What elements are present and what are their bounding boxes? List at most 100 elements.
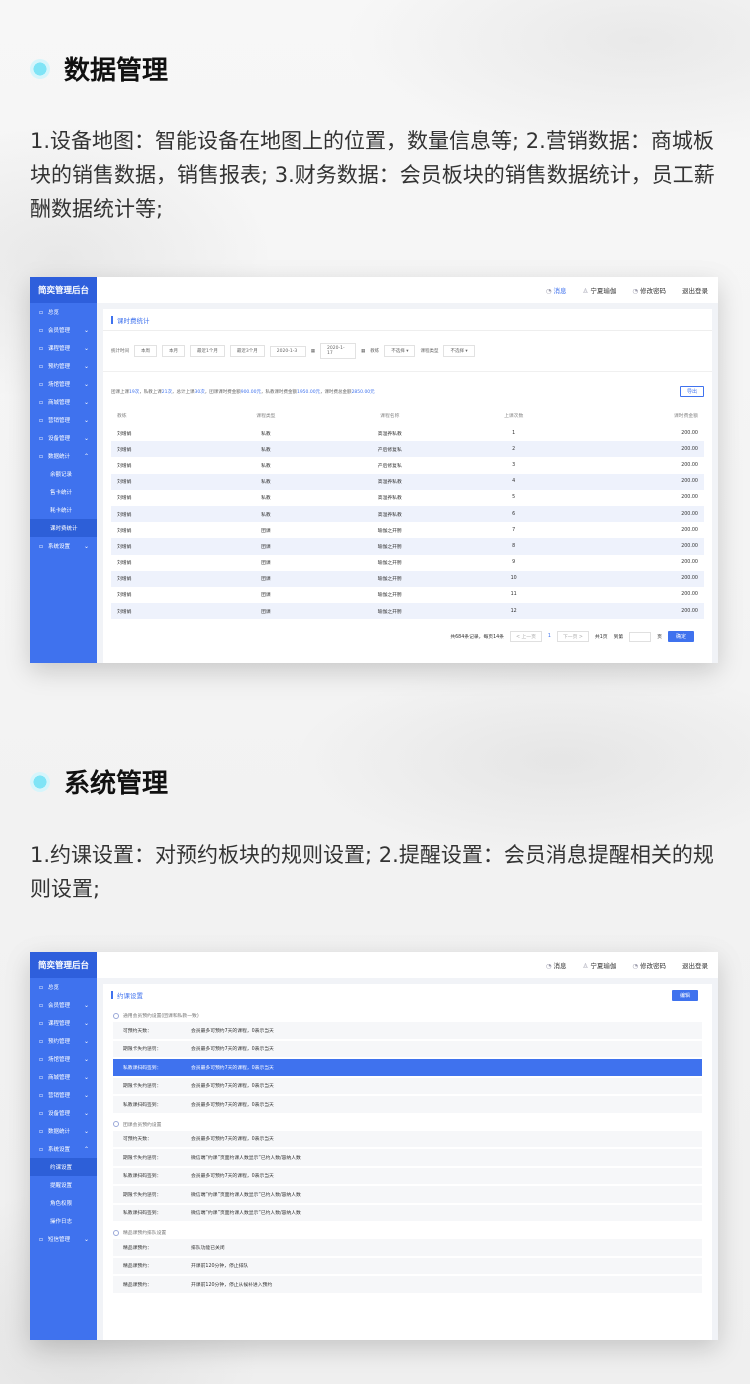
table-row[interactable]: 刘增娟 团课 瑜伽之开胯 8 200.00 — [111, 538, 704, 555]
chevron-icon: ⌄ — [83, 1055, 89, 1063]
table-cell: 瑜伽之开胯 — [323, 538, 457, 555]
sidebar-item[interactable]: ▫ 总览 — [30, 978, 97, 996]
table-row[interactable]: 刘增娟 团课 瑜伽之开胯 12 200.00 — [111, 603, 704, 620]
main-area: ◔ 消息 ♙ 宁夏瑜伽 ◔ 修改密码 退出登录 约课设置 编辑 通用会员预约设置(团课… — [97, 952, 718, 1340]
brand-logo: 简奕管理后台 — [30, 952, 97, 978]
sidebar-item[interactable]: ▫ 总览 — [30, 303, 97, 321]
next-page-button[interactable]: 下一页 > — [556, 631, 589, 643]
setting-value: 微信端“约课”页面约课人数显示“已约人数/容纳人数 — [191, 1192, 301, 1198]
table-row[interactable]: 刘增娟 私教 高温养私教 5 200.00 — [111, 489, 704, 506]
filter-this-month[interactable]: 本月 — [162, 345, 185, 357]
setting-row[interactable]: 可预约天数： 会员最多可预约7天的课程，0表示当天 — [113, 1022, 702, 1039]
sidebar-item[interactable]: ▫ 会员管理 ⌄ — [30, 321, 97, 339]
filter-this-week[interactable]: 本周 — [134, 345, 157, 357]
radio-icon[interactable] — [113, 1121, 119, 1127]
sidebar-item[interactable]: 操作日志 — [30, 1212, 97, 1230]
table-row[interactable]: 刘增娟 私教 高温养私教 1 200.00 — [111, 425, 704, 442]
logout-link[interactable]: 退出登录 — [682, 285, 708, 295]
radio-icon[interactable] — [113, 1012, 119, 1019]
filter-bar: 统计时间 本周 本月 最近1个月 最近3个月 2020-1-3 ▦ 2020-1… — [103, 331, 712, 372]
setting-row[interactable]: 私教课扫码签到： 会员最多可预约7天的课程，0表示当天 — [113, 1096, 702, 1113]
sidebar-item[interactable]: ▫ 营销管理 ⌄ — [30, 1086, 97, 1104]
change-password-link[interactable]: ◔ 修改密码 — [632, 285, 666, 295]
sidebar-item[interactable]: ▫ 商城管理 ⌄ — [30, 1068, 97, 1086]
sidebar-item[interactable]: ▫ 会员管理 ⌄ — [30, 996, 97, 1014]
menu-icon: ▫ — [39, 1001, 44, 1009]
page-number-input[interactable] — [629, 631, 652, 642]
current-page[interactable]: 1 — [548, 634, 551, 639]
sidebar-item[interactable]: 角色权限 — [30, 1194, 97, 1212]
filter-last-1-month[interactable]: 最近1个月 — [190, 345, 225, 357]
radio-icon[interactable] — [113, 1229, 119, 1236]
sidebar-item[interactable]: ▫ 数据统计 ⌄ — [30, 1122, 97, 1140]
calendar-icon[interactable]: ▦ — [311, 349, 315, 354]
setting-row[interactable]: 期限卡失约惩罚： 微信端“约课”页面约课人数显示“已约人数/容纳人数 — [113, 1149, 702, 1166]
setting-row[interactable]: 私教课扫码签到： 会员最多可预约7天的课程，0表示当天 — [113, 1167, 702, 1184]
setting-row[interactable]: 私教课扫码签到： 会员最多可预约7天的课程，0表示当天 — [113, 1059, 702, 1076]
table-row[interactable]: 刘增娟 私教 高温养私教 6 200.00 — [111, 505, 704, 523]
messages-link[interactable]: ◔ 消息 — [546, 960, 567, 970]
setting-row[interactable]: 期限卡失约惩罚： 微信端“约课”页面约课人数显示“已约人数/容纳人数 — [113, 1186, 702, 1203]
sidebar-item[interactable]: ▫ 短信管理 ⌄ — [30, 1230, 97, 1248]
chevron-icon: ⌄ — [83, 380, 89, 388]
course-type-select[interactable]: 不选择 ▾ — [443, 345, 475, 357]
sidebar-item[interactable]: ▫ 预约管理 ⌄ — [30, 357, 97, 375]
filter-last-3-months[interactable]: 最近3个月 — [229, 345, 265, 357]
bell-icon: ◔ — [545, 962, 552, 970]
panel-header: 课时费统计 — [103, 309, 712, 331]
table-cell: 刘增娟 — [111, 489, 209, 506]
setting-row[interactable]: 精品课预约： 开课前120分钟，停止从候补进入预约 — [113, 1276, 702, 1293]
table-row[interactable]: 刘增娟 私教 高温养私教 4 200.00 — [111, 473, 704, 490]
setting-row[interactable]: 可预约天数： 会员最多可预约7天的课程，0表示当天 — [113, 1130, 702, 1147]
coach-select[interactable]: 不选择 ▾ — [384, 345, 416, 357]
table-row[interactable]: 刘增娟 私教 产后修复私 3 200.00 — [111, 457, 704, 474]
sidebar-item[interactable]: ▫ 场馆管理 ⌄ — [30, 1050, 97, 1068]
sidebar-item[interactable]: ▫ 商城管理 ⌄ — [30, 393, 97, 411]
sidebar-item[interactable]: ▫ 课程管理 ⌄ — [30, 1014, 97, 1032]
sidebar-item[interactable]: ▫ 系统设置 ⌄ — [30, 537, 97, 555]
sidebar-item[interactable]: ▫ 课程管理 ⌄ — [30, 339, 97, 357]
user-menu[interactable]: ♙ 宁夏瑜伽 — [583, 960, 617, 970]
sidebar-item-label: 短信管理 — [48, 1237, 71, 1243]
table-cell: 瑜伽之开胯 — [323, 522, 457, 539]
table-row[interactable]: 刘增娟 私教 产后修复私 2 200.00 — [111, 441, 704, 458]
setting-row[interactable]: 期限卡失约惩罚： 会员最多可预约7天的课程，0表示当天 — [113, 1077, 702, 1094]
messages-link[interactable]: ◔ 消息 — [546, 285, 567, 295]
setting-row[interactable]: 期限卡失约惩罚： 会员最多可预约7天的课程，0表示当天 — [113, 1040, 702, 1057]
sidebar-item[interactable]: ▫ 营销管理 ⌄ — [30, 411, 97, 429]
chevron-icon: ⌄ — [83, 1235, 89, 1243]
date-start-input[interactable]: 2020-1-3 — [269, 345, 306, 357]
table-row[interactable]: 刘增娟 团课 瑜伽之开胯 7 200.00 — [111, 522, 704, 539]
sidebar-item-label: 总览 — [48, 985, 60, 991]
sidebar-item[interactable]: ▫ 系统设置 ⌃ — [30, 1140, 97, 1158]
sidebar-item[interactable]: ▫ 场馆管理 ⌄ — [30, 375, 97, 393]
sidebar-item[interactable]: ▫ 设备管理 ⌄ — [30, 1104, 97, 1122]
setting-key: 可预约天数： — [123, 1028, 152, 1034]
sidebar-item[interactable]: 耗卡统计 — [30, 501, 97, 519]
sidebar-item[interactable]: 约课设置 — [30, 1158, 97, 1176]
setting-row[interactable]: 精品课预约： 排队功能已关闭 — [113, 1239, 702, 1256]
export-button[interactable]: 导出 — [679, 386, 704, 397]
menu-icon: ▫ — [39, 1055, 44, 1063]
table-row[interactable]: 刘增娟 团课 瑜伽之开胯 11 200.00 — [111, 586, 704, 604]
setting-row[interactable]: 精品课预约： 开课前120分钟，停止排队 — [113, 1257, 702, 1274]
date-end-input[interactable]: 2020-1-17 — [320, 343, 357, 359]
sidebar-item[interactable]: 余额记录 — [30, 465, 97, 483]
edit-button[interactable]: 编辑 — [671, 989, 698, 1001]
settings-panel: 约课设置 编辑 通用会员预约设置(团课和私教一致) 可预约天数： 会员最多可预约7天… — [103, 984, 712, 1340]
prev-page-button[interactable]: < 上一页 — [509, 631, 542, 643]
logout-link[interactable]: 退出登录 — [682, 960, 708, 970]
table-row[interactable]: 刘增娟 团课 瑜伽之开胯 9 200.00 — [111, 554, 704, 571]
user-menu[interactable]: ♙ 宁夏瑜伽 — [583, 285, 617, 295]
sidebar-item[interactable]: 课时费统计 — [30, 519, 97, 537]
calendar-icon[interactable]: ▦ — [361, 349, 365, 354]
sidebar-item[interactable]: ▫ 设备管理 ⌄ — [30, 429, 97, 447]
sidebar-item[interactable]: ▫ 预约管理 ⌄ — [30, 1032, 97, 1050]
sidebar-item[interactable]: 售卡统计 — [30, 483, 97, 501]
confirm-page-button[interactable]: 确定 — [667, 631, 694, 643]
table-row[interactable]: 刘增娟 团课 瑜伽之开胯 10 200.00 — [111, 570, 704, 587]
sidebar-item[interactable]: 提醒设置 — [30, 1176, 97, 1194]
change-password-link[interactable]: ◔ 修改密码 — [632, 960, 666, 970]
setting-row[interactable]: 私教课扫码签到： 微信端“约课”页面约课人数显示“已约人数/容纳人数 — [113, 1204, 702, 1221]
sidebar-item[interactable]: ▫ 数据统计 ⌃ — [30, 447, 97, 465]
